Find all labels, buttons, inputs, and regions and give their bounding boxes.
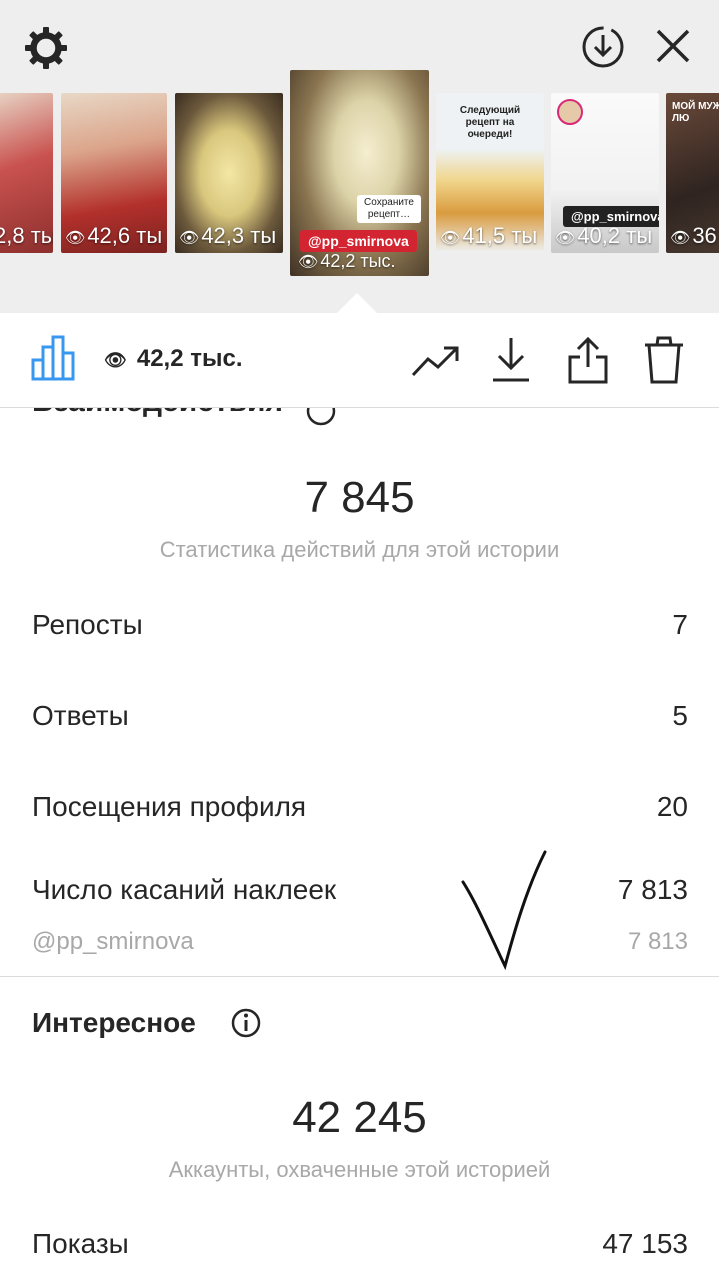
download-icon[interactable] <box>490 335 532 383</box>
stat-label: Число касаний наклеек <box>32 874 337 905</box>
stat-row-profile-visits: Посещения профиля 20 <box>32 791 688 831</box>
interactions-total: 7 845 <box>304 473 415 522</box>
thumbnail-views: 42,3 ты <box>201 223 277 248</box>
stat-value: 20 <box>656 791 688 822</box>
interactions-subtitle: Статистика действий для этой истории <box>159 537 560 562</box>
trend-icon[interactable] <box>410 343 460 379</box>
divider <box>0 976 719 977</box>
close-icon[interactable] <box>654 27 692 65</box>
reach-subtitle: Аккаунты, охваченные этой историей <box>168 1157 551 1182</box>
eye-icon: 👁 <box>179 230 200 247</box>
trash-icon[interactable] <box>642 335 686 385</box>
thumbnail-views: 42,2 тыс. <box>320 251 396 271</box>
reach-total: 42 245 <box>292 1093 427 1142</box>
insights-content[interactable]: Взаимодействия 7 845 Статистика действий… <box>0 385 719 1280</box>
thumbnail-views: 36 <box>692 223 717 248</box>
eye-icon: 👁 <box>298 254 319 271</box>
profile-avatar <box>557 99 583 125</box>
stat-label: Репосты <box>32 609 143 640</box>
story-thumbnail[interactable]: Следующий рецепт на очереди! 👁41,5 ты <box>436 93 544 253</box>
eye-icon: 👁 <box>104 350 127 370</box>
stat-row-impressions: Показы 47 153 <box>32 1228 688 1268</box>
thumbnail-views: 42,6 ты <box>87 223 163 248</box>
save-story-icon[interactable] <box>580 24 626 70</box>
story-thumbnail-active[interactable]: Сохраните рецепт… @pp_smirnova 👁 42,2 тыс… <box>290 70 429 276</box>
eye-icon: 👁 <box>555 230 576 247</box>
stat-label: Ответы <box>32 700 129 731</box>
eye-icon: 👁 <box>440 230 461 247</box>
stat-label: @pp_smirnova <box>32 928 194 955</box>
story-thumbnail[interactable]: @pp_smirnova 👁40,2 ты <box>551 93 659 253</box>
thumbnail-caption: Следующий рецепт на очереди! <box>459 105 521 140</box>
thumbnail-caption: МОЙ МУЖ ЛЮ <box>672 101 719 124</box>
story-thumbnail[interactable]: 👁42,6 ты <box>61 93 167 253</box>
mention-sticker[interactable]: @pp_smirnova <box>300 230 417 252</box>
share-icon[interactable] <box>566 335 610 385</box>
thumbnail-views: 2,8 ты <box>0 223 53 248</box>
stat-value: 7 <box>672 609 688 640</box>
views-count: 👁 42,2 тыс. <box>104 345 243 372</box>
eye-icon: 👁 <box>65 230 86 247</box>
stat-value: 5 <box>672 700 688 731</box>
stat-value: 7 813 <box>617 874 688 905</box>
stat-row-reposts: Репосты 7 <box>32 609 688 649</box>
story-thumbnail[interactable]: 👁42,3 ты <box>175 93 283 253</box>
stat-row-mention[interactable]: @pp_smirnova 7 813 <box>32 928 688 968</box>
story-insights-toolbar: 👁 42,2 тыс. <box>0 313 719 408</box>
checkmark-drawing <box>461 850 547 971</box>
thumbnail-views: 40,2 ты <box>577 223 653 248</box>
sticker-caption: Сохраните рецепт… <box>357 195 421 223</box>
stat-value: 47 153 <box>602 1228 688 1259</box>
eye-icon: 👁 <box>670 230 691 247</box>
thumbnail-views: 41,5 ты <box>462 223 538 248</box>
info-icon[interactable] <box>230 1007 262 1039</box>
bar-chart-icon[interactable] <box>30 335 76 381</box>
story-thumbnail-strip: 2,8 ты 👁42,6 ты 👁42,3 ты Сохраните рецеп… <box>0 70 719 276</box>
selection-pointer <box>337 293 377 313</box>
stat-row-sticker-taps: Число касаний наклеек 7 813 <box>32 874 688 914</box>
story-strip-area: 2,8 ты 👁42,6 ты 👁42,3 ты Сохраните рецеп… <box>0 0 719 313</box>
story-thumbnail[interactable]: МОЙ МУЖ ЛЮ 👁36 <box>666 93 719 253</box>
stat-row-replies: Ответы 5 <box>32 700 688 740</box>
settings-icon[interactable] <box>22 24 70 72</box>
stat-value: 7 813 <box>627 928 688 955</box>
stat-label: Посещения профиля <box>32 791 307 822</box>
section-title-discovery: Интересное <box>32 1007 196 1038</box>
story-thumbnail[interactable]: 2,8 ты <box>0 93 53 253</box>
stat-label: Показы <box>32 1228 129 1259</box>
